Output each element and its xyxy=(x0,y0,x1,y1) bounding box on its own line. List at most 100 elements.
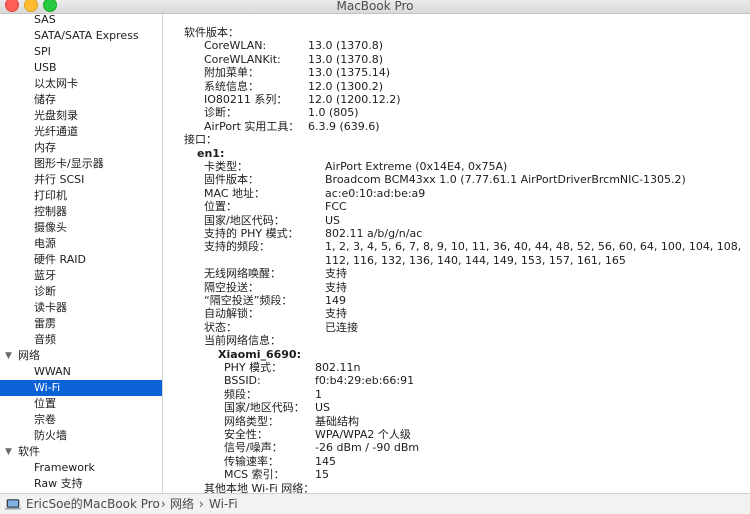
sidebar-item-label: 光纤通道 xyxy=(34,125,78,138)
sidebar-item-label: 摄像头 xyxy=(34,221,67,234)
sidebar-item[interactable]: 电源 xyxy=(0,236,162,252)
info-key: 附加菜单： xyxy=(204,66,259,80)
info-value: US xyxy=(325,213,341,227)
sidebar-item[interactable]: 并行 SCSI xyxy=(0,172,162,188)
info-value: 112, 116, 132, 136, 140, 144, 149, 153, … xyxy=(325,253,626,267)
info-value: 15 xyxy=(315,468,329,482)
sidebar-item-label: Wi-Fi xyxy=(34,381,61,394)
info-key: 频段： xyxy=(224,387,257,401)
breadcrumb-separator: › xyxy=(161,497,166,511)
sidebar-item[interactable]: 打印机 xyxy=(0,188,162,204)
info-key: 支持的频段： xyxy=(204,240,270,254)
sidebar-item[interactable]: 内存 xyxy=(0,140,162,156)
sidebar-item[interactable]: SAS xyxy=(0,14,162,28)
sidebar-item[interactable]: 防火墙 xyxy=(0,428,162,444)
info-value: 802.11n xyxy=(315,361,361,374)
sidebar-item[interactable]: 雷雳 xyxy=(0,316,162,332)
info-value: 支持 xyxy=(325,307,347,321)
section-header: 软件版本： xyxy=(184,26,239,39)
sidebar-item-label: 并行 SCSI xyxy=(34,173,85,186)
sidebar-item-selected[interactable]: Wi-Fi xyxy=(0,380,162,396)
sidebar-item-label: Raw 支持 xyxy=(34,477,83,490)
sidebar-item[interactable]: 宗卷 xyxy=(0,412,162,428)
window-title: MacBook Pro xyxy=(336,0,414,13)
disclosure-triangle-icon[interactable]: ▼ xyxy=(5,444,12,460)
info-value: f0:b4:29:eb:66:91 xyxy=(315,374,415,388)
sidebar-item[interactable]: 图形卡/显示器 xyxy=(0,156,162,172)
info-value: 支持 xyxy=(325,267,347,281)
section-header: 其他本地 Wi-Fi 网络： xyxy=(204,481,315,493)
title-bar: MacBook Pro xyxy=(0,0,750,14)
sidebar-item[interactable]: SPI xyxy=(0,44,162,60)
sidebar-item-label: 以太网卡 xyxy=(34,77,78,90)
info-value: AirPort Extreme (0x14E4, 0x75A) xyxy=(325,160,508,173)
sidebar-item[interactable]: 硬件 RAID xyxy=(0,252,162,268)
sidebar-item[interactable]: 光盘刻录 xyxy=(0,108,162,124)
sidebar-item[interactable]: 摄像头 xyxy=(0,220,162,236)
sidebar-item[interactable]: 以太网卡 xyxy=(0,76,162,92)
info-key: 自动解锁： xyxy=(204,307,259,321)
sidebar-item[interactable]: 光纤通道 xyxy=(0,124,162,140)
sidebar-item-label: USB xyxy=(34,61,57,74)
info-key: 支持的 PHY 模式： xyxy=(204,227,299,240)
sidebar-item[interactable]: SATA/SATA Express xyxy=(0,28,162,44)
sidebar-item[interactable]: 蓝牙 xyxy=(0,268,162,284)
sidebar-item-label: WWAN xyxy=(34,365,71,378)
sidebar-item-label: 控制器 xyxy=(34,205,67,218)
info-value: US xyxy=(315,401,331,415)
info-key: CoreWLAN: xyxy=(204,39,267,53)
sidebar-item[interactable]: Framework xyxy=(0,460,162,476)
sidebar-item-label: 防火墙 xyxy=(34,429,67,442)
info-key: 系统信息： xyxy=(204,79,259,93)
sidebar-item-label: 软件 xyxy=(18,445,40,458)
sidebar-item-label: 雷雳 xyxy=(34,317,56,330)
sidebar-item-label: 打印机 xyxy=(34,189,67,202)
sidebar-item[interactable]: 诊断 xyxy=(0,284,162,300)
sidebar-item[interactable]: 读卡器 xyxy=(0,300,162,316)
sidebar-group[interactable]: ▼ 网络 xyxy=(0,348,162,364)
disclosure-triangle-icon[interactable]: ▼ xyxy=(5,348,12,364)
sidebar-item-label: SPI xyxy=(34,45,51,58)
breadcrumb-wifi[interactable]: Wi-Fi xyxy=(209,494,238,514)
breadcrumb-network[interactable]: 网络 xyxy=(170,494,194,514)
info-key: 安全性： xyxy=(224,428,268,441)
info-key: 国家/地区代码： xyxy=(204,213,285,227)
info-value: 13.0 (1375.14) xyxy=(308,66,391,80)
info-key: 信号/噪声： xyxy=(224,441,283,455)
breadcrumb-computer[interactable]: EricSoe的MacBook Pro xyxy=(26,494,160,514)
network-name: Xiaomi_6690: xyxy=(218,347,301,361)
info-key: 状态： xyxy=(204,320,237,334)
sidebar-item-label: 宗卷 xyxy=(34,413,56,426)
info-value: ac:e0:10:ad:be:a9 xyxy=(325,186,426,200)
info-value: 1.0 (805) xyxy=(308,106,359,120)
sidebar-item[interactable]: 音频 xyxy=(0,332,162,348)
info-key: MCS 索引： xyxy=(224,468,285,482)
info-key: 位置： xyxy=(204,200,237,214)
sidebar-item[interactable]: 位置 xyxy=(0,396,162,412)
info-value: 6.3.9 (639.6) xyxy=(308,119,380,133)
sidebar-item[interactable]: 控制器 xyxy=(0,204,162,220)
info-value: 802.11 a/b/g/n/ac xyxy=(325,227,423,240)
info-value: 1 xyxy=(315,387,322,401)
info-key: MAC 地址： xyxy=(204,186,265,200)
sidebar-item-label: 诊断 xyxy=(34,285,56,298)
sidebar-item[interactable]: 储存 xyxy=(0,92,162,108)
info-key: BSSID: xyxy=(224,374,261,388)
sidebar-item-label: 图形卡/显示器 xyxy=(34,157,104,170)
sidebar-group[interactable]: ▼ 软件 xyxy=(0,444,162,460)
sidebar[interactable]: SAS SATA/SATA Express SPI USB 以太网卡储存 光盘刻录 光纤通道… xyxy=(0,14,163,493)
info-key: 传输速率： xyxy=(224,454,279,468)
sidebar-item-label: 蓝牙 xyxy=(34,269,56,282)
laptop-icon xyxy=(5,499,21,510)
sidebar-item[interactable]: USB xyxy=(0,60,162,76)
info-key: “隔空投送”频段： xyxy=(204,294,293,307)
info-value: 13.0 (1370.8) xyxy=(308,52,384,66)
sidebar-item-label: SATA/SATA Express xyxy=(34,29,139,42)
sidebar-item[interactable]: WWAN xyxy=(0,364,162,380)
info-value: 12.0 (1300.2) xyxy=(308,79,384,93)
info-key: 隔空投送： xyxy=(204,280,259,294)
sidebar-item-label: 位置 xyxy=(34,397,56,410)
info-value: 13.0 (1370.8) xyxy=(308,39,384,53)
info-value: Broadcom BCM43xx 1.0 (7.77.61.1 AirPortD… xyxy=(325,173,686,187)
sidebar-item[interactable]: Raw 支持 xyxy=(0,476,162,492)
